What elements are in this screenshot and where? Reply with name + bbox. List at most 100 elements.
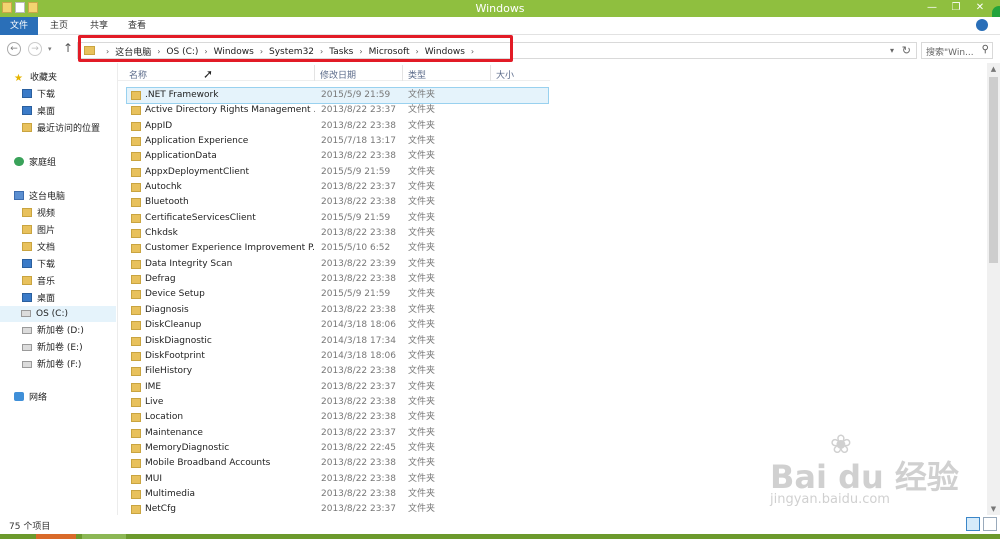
details-view-icon[interactable]: [966, 517, 980, 531]
recent-locations-chevron-icon[interactable]: ▾: [48, 45, 52, 53]
sidebar-item-label: OS (C:): [36, 309, 68, 319]
tab-view[interactable]: 查看: [122, 17, 152, 35]
sidebar-item-documents[interactable]: 文档: [22, 240, 55, 256]
sidebar-item-favorites[interactable]: ★ 收藏夹: [14, 70, 57, 86]
search-icon[interactable]: ⚲: [982, 44, 989, 55]
table-row[interactable]: ApplicationData 2013/8/22 23:38 文件夹: [127, 149, 548, 164]
file-name: MUI: [145, 473, 163, 484]
table-row[interactable]: Maintenance 2013/8/22 23:37 文件夹: [127, 426, 548, 441]
vertical-scrollbar[interactable]: ▲ ▼: [987, 63, 1000, 515]
table-row[interactable]: Data Integrity Scan 2013/8/22 23:39 文件夹: [127, 257, 548, 272]
sidebar-item-drive-e[interactable]: 新加卷 (E:): [22, 340, 83, 356]
file-name: Data Integrity Scan: [145, 258, 233, 269]
scroll-down-icon[interactable]: ▼: [987, 503, 1000, 515]
desktop-icon: [22, 293, 32, 302]
sidebar-item-music[interactable]: 音乐: [22, 274, 55, 290]
table-row[interactable]: IME 2013/8/22 23:37 文件夹: [127, 380, 548, 395]
table-row[interactable]: DiskDiagnostic 2014/3/18 17:34 文件夹: [127, 334, 548, 349]
search-input[interactable]: 搜索"Win... ⚲: [921, 42, 993, 59]
folder-icon: [131, 275, 141, 285]
table-row[interactable]: Active Directory Rights Management ... 20…: [127, 103, 548, 118]
sidebar-item-recent[interactable]: 最近访问的位置: [22, 121, 100, 137]
table-row[interactable]: Diagnosis 2013/8/22 23:38 文件夹: [127, 303, 548, 318]
file-type: 文件夹: [408, 258, 436, 269]
table-row[interactable]: Mobile Broadband Accounts 2013/8/22 23:38…: [127, 456, 548, 471]
table-row[interactable]: Multimedia 2013/8/22 23:38 文件夹: [127, 487, 548, 502]
column-header-name[interactable]: 名称: [129, 68, 147, 81]
table-row[interactable]: Autochk 2013/8/22 23:37 文件夹: [127, 180, 548, 195]
sidebar-item-downloads[interactable]: 下载: [22, 87, 55, 103]
sidebar-item-desktop[interactable]: 桌面: [22, 104, 55, 120]
table-row[interactable]: Defrag 2013/8/22 23:38 文件夹: [127, 272, 548, 287]
file-date: 2013/8/22 23:38: [321, 396, 396, 407]
column-divider[interactable]: [402, 65, 403, 81]
sidebar-item-network[interactable]: 网络: [14, 390, 47, 406]
drive-icon: [21, 310, 31, 317]
file-type: 文件夹: [408, 304, 436, 315]
file-type: 文件夹: [408, 442, 436, 453]
status-bar: 75 个项目: [0, 515, 1000, 534]
sidebar-item-os-c[interactable]: OS (C:): [0, 306, 116, 322]
tab-file[interactable]: 文件: [0, 17, 38, 35]
table-row[interactable]: DiskFootprint 2014/3/18 18:06 文件夹: [127, 349, 548, 364]
scrollbar-thumb[interactable]: [989, 77, 998, 263]
table-row[interactable]: Application Experience 2015/7/18 13:17 文件夹: [127, 134, 548, 149]
sidebar-item-label: 文档: [37, 243, 56, 253]
taskbar-button[interactable]: [82, 534, 126, 539]
up-arrow-icon[interactable]: ↑: [63, 41, 73, 55]
table-row[interactable]: MemoryDiagnostic 2013/8/22 22:45 文件夹: [127, 441, 548, 456]
large-icons-view-icon[interactable]: [983, 517, 997, 531]
table-row[interactable]: Live 2013/8/22 23:38 文件夹: [127, 395, 548, 410]
forward-icon[interactable]: →: [28, 42, 42, 56]
table-row[interactable]: Device Setup 2015/5/9 21:59 文件夹: [127, 287, 548, 302]
table-row[interactable]: Chkdsk 2013/8/22 23:38 文件夹: [127, 226, 548, 241]
column-header-type[interactable]: 类型: [408, 68, 426, 81]
refresh-icon[interactable]: ↻: [902, 44, 911, 57]
table-row[interactable]: Location 2013/8/22 23:38 文件夹: [127, 410, 548, 425]
column-divider[interactable]: [314, 65, 315, 81]
table-row[interactable]: FileHistory 2013/8/22 23:38 文件夹: [127, 364, 548, 379]
close-icon[interactable]: ✕: [968, 0, 992, 16]
sidebar-item-pictures[interactable]: 图片: [22, 223, 55, 239]
sidebar-item-downloads-pc[interactable]: 下载: [22, 257, 55, 273]
column-header-size[interactable]: 大小: [496, 68, 514, 81]
sidebar-item-homegroup[interactable]: 家庭组: [14, 155, 56, 171]
sidebar-item-label: 新加卷 (F:): [37, 360, 82, 370]
table-row[interactable]: DiskCleanup 2014/3/18 18:06 文件夹: [127, 318, 548, 333]
table-row[interactable]: Customer Experience Improvement P... 2015…: [127, 241, 548, 256]
folder-icon: [131, 321, 141, 331]
address-history-chevron-icon[interactable]: ▾: [890, 46, 894, 55]
scroll-up-icon[interactable]: ▲: [987, 63, 1000, 75]
ribbon-tabs: 文件 主页 共享 查看: [0, 17, 1000, 35]
table-row[interactable]: Bluetooth 2013/8/22 23:38 文件夹: [127, 195, 548, 210]
sidebar-item-drive-f[interactable]: 新加卷 (F:): [22, 357, 81, 373]
column-divider[interactable]: [490, 65, 491, 81]
sidebar-item-this-pc[interactable]: 这台电脑: [14, 189, 65, 205]
sidebar-item-label: 下载: [37, 90, 56, 100]
sidebar-item-videos[interactable]: 视频: [22, 206, 55, 222]
tab-share[interactable]: 共享: [84, 17, 114, 35]
help-icon[interactable]: [976, 19, 988, 31]
folder-icon: [131, 305, 141, 315]
table-row[interactable]: AppID 2013/8/22 23:38 文件夹: [127, 119, 548, 134]
taskbar-button[interactable]: [36, 534, 76, 539]
maximize-icon[interactable]: ❐: [944, 0, 968, 16]
sidebar-item-desktop-pc[interactable]: 桌面: [22, 291, 55, 307]
table-row[interactable]: MUI 2013/8/22 23:38 文件夹: [127, 472, 548, 487]
back-icon[interactable]: ←: [7, 42, 21, 56]
file-name: Multimedia: [145, 488, 196, 499]
file-type: 文件夹: [408, 197, 436, 208]
sidebar-item-drive-d[interactable]: 新加卷 (D:): [22, 323, 84, 339]
folder-icon: [131, 443, 141, 453]
file-date: 2013/8/22 23:38: [321, 412, 396, 423]
folder-icon: [131, 505, 141, 515]
table-row[interactable]: CertificateServicesClient 2015/5/9 21:59 文…: [127, 211, 548, 226]
minimize-icon[interactable]: —: [920, 0, 944, 16]
table-row[interactable]: .NET Framework 2015/5/9 21:59 文件夹: [126, 86, 549, 105]
mouse-cursor-icon: ➚: [203, 67, 214, 81]
table-row[interactable]: AppxDeploymentClient 2015/5/9 21:59 文件夹: [127, 165, 548, 180]
file-date: 2014/3/18 17:34: [321, 335, 396, 346]
tab-home[interactable]: 主页: [44, 17, 74, 35]
column-header-date[interactable]: 修改日期: [320, 68, 356, 81]
file-name: MemoryDiagnostic: [145, 442, 230, 453]
